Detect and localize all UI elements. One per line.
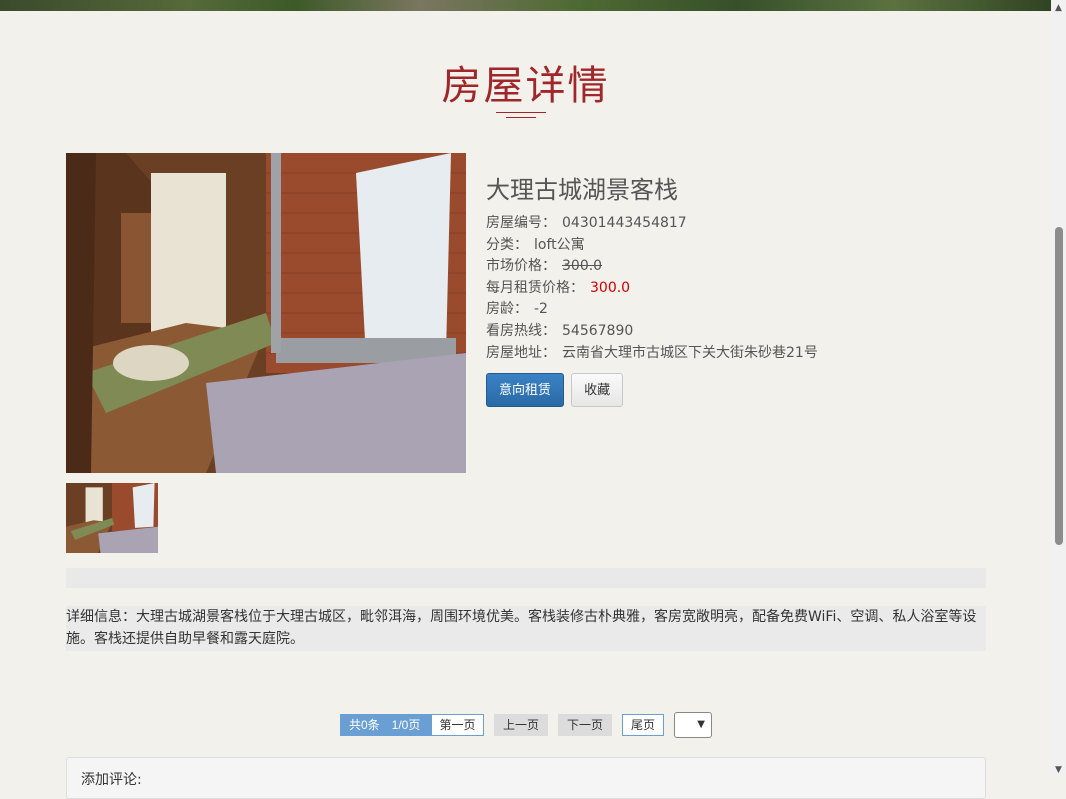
chevron-down-icon: ▼ (697, 719, 705, 730)
pagination: 共0条 1/0页 第一页 上一页 下一页 尾页 ▼ (0, 712, 1051, 738)
house-age-value: -2 (534, 301, 548, 318)
address-value: 云南省大理市古城区下关大街朱砂巷21号 (562, 344, 818, 361)
page-select[interactable]: ▼ (674, 712, 712, 738)
market-price-row: 市场价格： 300.0 (486, 258, 603, 275)
top-banner-image (0, 0, 1051, 11)
market-price-value: 300.0 (562, 258, 603, 275)
address-row: 房屋地址： 云南省大理市古城区下关大街朱砂巷21号 (486, 344, 818, 361)
page-title: 房屋详情 (441, 62, 610, 109)
scrollbar-thumb[interactable] (1055, 227, 1063, 545)
first-page-button[interactable]: 第一页 (431, 714, 484, 736)
hotline-value: 54567890 (562, 322, 634, 339)
prev-page-button[interactable]: 上一页 (494, 714, 548, 736)
pagination-info: 共0条 1/0页 (340, 714, 431, 736)
category-value: loft公寓 (534, 236, 585, 253)
house-name: 大理古城湖景客栈 (486, 176, 678, 204)
comment-label: 添加评论: (81, 772, 142, 788)
house-detail-text: 详细信息：大理古城湖景客栈位于大理古城区，毗邻洱海，周围环境优美。客栈装修古朴典… (66, 606, 986, 651)
favorite-button[interactable]: 收藏 (571, 373, 624, 408)
house-number-row: 房屋编号： 04301443454817 (486, 215, 687, 231)
monthly-rent-row: 每月租赁价格： 300.0 (486, 279, 631, 296)
house-thumbnail[interactable] (66, 483, 158, 553)
title-divider (496, 110, 546, 119)
comment-section: 添加评论: (66, 757, 986, 799)
section-divider-bar (66, 568, 986, 588)
house-number-value: 04301443454817 (562, 215, 687, 231)
vertical-scrollbar[interactable]: ▲ ▼ (1051, 0, 1066, 778)
next-page-button[interactable]: 下一页 (558, 714, 612, 736)
last-page-button[interactable]: 尾页 (622, 714, 664, 736)
house-info: 大理古城湖景客栈 房屋编号： 04301443454817 分类： loft公寓 市… (486, 170, 818, 408)
scroll-up-arrow-icon[interactable]: ▲ (1051, 3, 1066, 13)
category-row: 分类： loft公寓 (486, 236, 585, 253)
hotline-row: 看房热线： 54567890 (486, 322, 634, 339)
house-age-row: 房龄： -2 (486, 301, 548, 318)
scroll-down-arrow-icon[interactable]: ▼ (1051, 765, 1066, 775)
rent-intent-button[interactable]: 意向租赁 (486, 373, 565, 408)
house-main-photo (66, 153, 466, 473)
monthly-rent-value: 300.0 (590, 279, 631, 296)
